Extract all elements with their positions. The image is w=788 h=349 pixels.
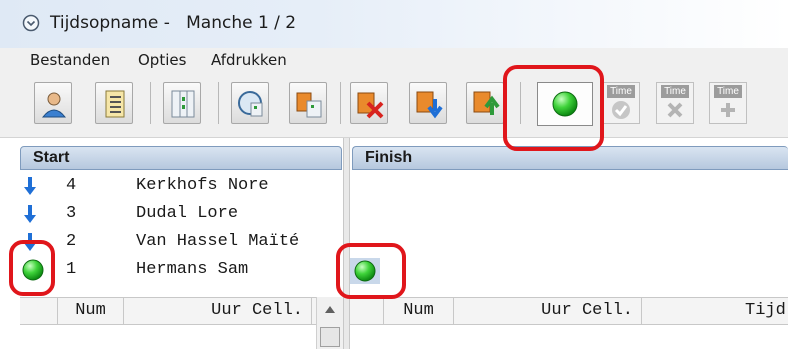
person-icon — [41, 92, 67, 118]
athlete-name: Dudal Lore — [136, 204, 239, 223]
column-uur-cell[interactable]: Uur Cell. — [124, 298, 312, 325]
start-number: 4 — [66, 176, 77, 195]
grid-chart-button[interactable] — [289, 82, 327, 124]
columns-icon — [171, 90, 195, 118]
grid-chart-icon — [296, 92, 322, 118]
down-arrow-icon — [24, 177, 36, 195]
clock-chart-icon — [238, 91, 263, 117]
highlight-start-button — [503, 65, 604, 151]
toolbar-separator — [150, 82, 151, 124]
start-number: 3 — [66, 204, 77, 223]
check-icon — [612, 101, 630, 119]
athlete-name: Van Hassel Maïté — [136, 232, 300, 251]
move-down-button[interactable] — [409, 82, 447, 124]
cross-icon — [667, 102, 683, 118]
plus-icon — [721, 103, 735, 117]
participants-button[interactable] — [34, 82, 72, 124]
highlight-finish-marker — [336, 243, 406, 299]
start-grid-header: Num Uur Cell. — [20, 297, 316, 325]
row-selector-column — [350, 298, 384, 325]
time-label: Time — [714, 85, 742, 98]
window-title: Tijdsopname - Manche 1 / 2 — [50, 13, 297, 33]
athlete-name: Kerkhofs Nore — [136, 176, 269, 195]
start-list-item[interactable]: 4 Kerkhofs Nore — [0, 172, 343, 200]
column-tijd-label: Tijd — [745, 301, 786, 320]
menu-bar: Bestanden Opties Afdrukken — [0, 48, 788, 74]
time-label: Time — [661, 85, 689, 98]
row-selector-column — [20, 298, 58, 325]
title-bar: Tijdsopname - Manche 1 / 2 — [0, 0, 788, 48]
start-list-item[interactable]: 3 Dudal Lore — [0, 200, 343, 228]
start-panel-header: Start — [20, 146, 342, 170]
highlight-start-marker — [9, 240, 55, 296]
column-num[interactable]: Num — [384, 298, 454, 325]
start-number: 2 — [66, 232, 77, 251]
column-num[interactable]: Num — [58, 298, 124, 325]
clock-chart-button[interactable] — [231, 82, 269, 124]
menu-afdrukken[interactable]: Afdrukken — [211, 51, 287, 69]
toolbar-separator — [340, 82, 341, 124]
export-button[interactable] — [466, 82, 504, 124]
toolbar-separator — [218, 82, 219, 124]
delete-icon — [357, 92, 384, 119]
move-down-icon — [416, 91, 443, 119]
menu-opties[interactable]: Opties — [138, 51, 186, 69]
scroll-thumb[interactable] — [320, 327, 340, 347]
toolbar: Time Time Time — [0, 74, 788, 138]
time-label: Time — [607, 85, 635, 98]
export-icon — [473, 91, 500, 115]
athlete-name: Hermans Sam — [136, 260, 249, 279]
menu-bestanden[interactable]: Bestanden — [30, 51, 110, 69]
scroll-up-icon[interactable] — [325, 305, 335, 313]
time-delete-button[interactable]: Time — [656, 82, 694, 124]
delete-button[interactable] — [350, 82, 388, 124]
list-button[interactable] — [95, 82, 133, 124]
start-number: 1 — [66, 260, 77, 279]
column-uur-cell[interactable]: Uur Cell. — [454, 298, 642, 325]
columns-button[interactable] — [163, 82, 201, 124]
time-confirm-button[interactable]: Time — [602, 82, 640, 124]
finish-grid-header: Num Uur Cell. Tijd — [350, 297, 788, 325]
clock-icon — [22, 14, 40, 32]
time-add-button[interactable]: Time — [709, 82, 747, 124]
list-icon — [105, 90, 125, 118]
start-grid-scrollbar[interactable] — [316, 297, 343, 349]
column-tijd[interactable]: Tijd — [642, 298, 788, 325]
down-arrow-icon — [24, 205, 36, 223]
